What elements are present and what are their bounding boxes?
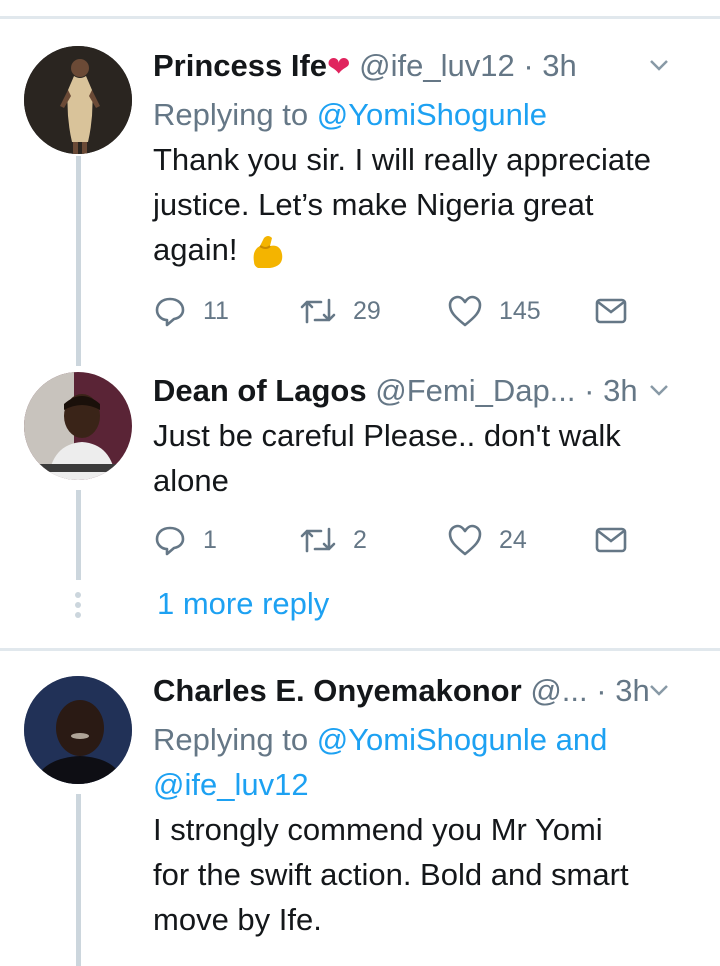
avatar[interactable]	[24, 676, 132, 784]
retweet-count: 29	[353, 296, 381, 325]
thread-line	[76, 490, 81, 580]
tweet-divider	[0, 648, 720, 651]
separator-dot: ·	[596, 673, 607, 708]
direct-message-button[interactable]	[595, 520, 643, 560]
display-name[interactable]: Princess Ife	[153, 48, 327, 83]
reply-count: 1	[203, 525, 217, 554]
replying-prefix: Replying to	[153, 97, 309, 132]
top-divider	[0, 16, 720, 19]
display-name[interactable]: Dean of Lagos	[153, 373, 367, 408]
separator-dot: ·	[523, 48, 534, 83]
heart-outline-icon	[448, 524, 482, 556]
text-line: I strongly commend you Mr Yomi	[153, 812, 603, 847]
retweet-icon	[300, 298, 336, 324]
mention-link[interactable]: @YomiShogunle	[317, 97, 547, 132]
replying-to: Replying to @YomiShogunle	[153, 92, 547, 137]
tweet-header: Princess Ife❤ @ife_luv12 · 3h	[153, 46, 696, 86]
chevron-down-icon[interactable]	[648, 54, 670, 76]
flexed-biceps-emoji-icon	[253, 235, 283, 268]
timestamp[interactable]: 3h	[542, 48, 576, 83]
like-count: 145	[499, 296, 541, 325]
chevron-down-icon[interactable]	[648, 679, 670, 701]
user-handle[interactable]: @...	[530, 673, 587, 708]
display-name[interactable]: Charles E. Onyemakonor	[153, 673, 522, 708]
tweet-actions: 11 29 145	[153, 291, 633, 331]
timestamp[interactable]: 3h	[615, 673, 649, 708]
text-line: again!	[153, 232, 238, 267]
tweet-text: I strongly commend you Mr Yomi for the s…	[153, 807, 713, 942]
text-line: for the swift action. Bold and smart	[153, 857, 629, 892]
envelope-icon	[595, 298, 627, 324]
envelope-icon	[595, 527, 627, 553]
retweet-button[interactable]: 29	[299, 291, 381, 331]
retweet-count: 2	[353, 525, 367, 554]
tweet-text: Thank you sir. I will really appreciate …	[153, 137, 713, 272]
text-line: justice. Let’s make Nigeria great	[153, 187, 594, 222]
tweet-header: Charles E. Onyemakonor @... · 3h	[153, 671, 696, 711]
like-button[interactable]: 24	[447, 520, 527, 560]
heart-outline-icon	[448, 295, 482, 327]
avatar[interactable]	[24, 372, 132, 480]
like-count: 24	[499, 525, 527, 554]
tweet-actions: 1 2 24	[153, 520, 633, 560]
reply-count: 11	[203, 296, 229, 325]
text-line: Thank you sir. I will really appreciate	[153, 142, 651, 177]
reply-icon	[155, 297, 185, 327]
text-line: move by Ife.	[153, 902, 322, 937]
like-button[interactable]: 145	[447, 291, 541, 331]
retweet-icon	[300, 527, 336, 553]
reply-icon	[155, 526, 185, 556]
more-replies-dots	[75, 592, 81, 622]
replying-prefix: Replying to	[153, 722, 309, 757]
heart-emoji: ❤	[327, 51, 351, 82]
reply-button[interactable]: 11	[153, 291, 229, 331]
mention-link[interactable]: @ife_luv12	[153, 762, 607, 807]
separator-dot: ·	[584, 373, 595, 408]
timestamp[interactable]: 3h	[603, 373, 637, 408]
tweet-header: Dean of Lagos @Femi_Dap... · 3h	[153, 371, 696, 411]
retweet-button[interactable]: 2	[299, 520, 367, 560]
mention-link[interactable]: @YomiShogunle and	[317, 722, 608, 757]
text-line: alone	[153, 463, 229, 498]
direct-message-button[interactable]	[595, 291, 643, 331]
reply-button[interactable]: 1	[153, 520, 217, 560]
thread-line	[76, 794, 81, 966]
tweet-text: Just be careful Please.. don't walk alon…	[153, 413, 713, 503]
text-line: Just be careful Please.. don't walk	[153, 418, 621, 453]
more-replies-link[interactable]: 1 more reply	[157, 584, 329, 624]
thread-line	[76, 156, 81, 366]
replying-to: Replying to @YomiShogunle and @ife_luv12	[153, 717, 607, 807]
chevron-down-icon[interactable]	[648, 379, 670, 401]
avatar[interactable]	[24, 46, 132, 154]
user-handle[interactable]: @ife_luv12	[359, 48, 515, 83]
user-handle[interactable]: @Femi_Dap...	[375, 373, 575, 408]
